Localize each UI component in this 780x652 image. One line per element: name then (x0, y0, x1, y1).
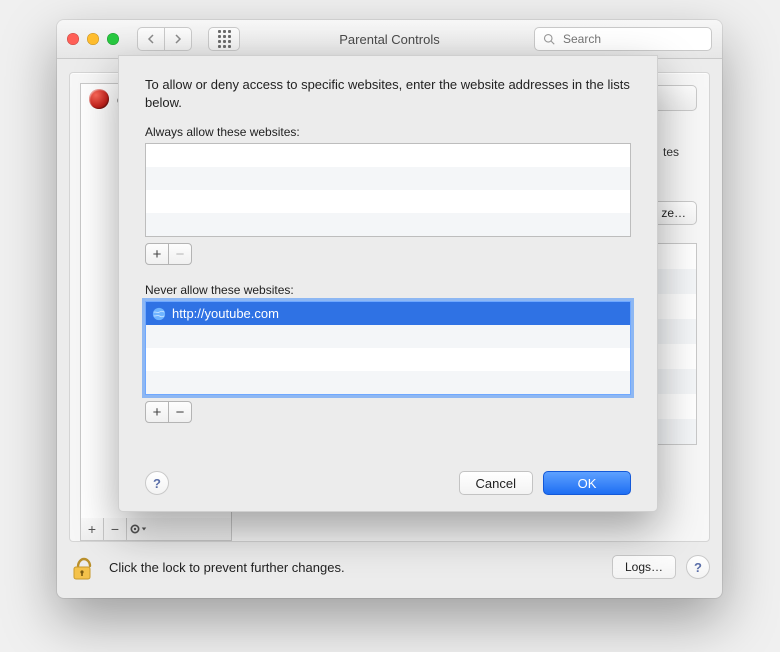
sheet-actions: ? Cancel OK (145, 471, 631, 495)
help-button[interactable]: ? (686, 555, 710, 579)
search-icon (543, 33, 555, 45)
deny-list-controls: + − (145, 401, 192, 423)
website-access-sheet: To allow or deny access to specific webs… (118, 55, 658, 512)
logs-button[interactable]: Logs… (612, 555, 676, 579)
list-item[interactable] (146, 190, 630, 213)
allow-add-button[interactable]: + (146, 244, 168, 264)
list-item[interactable]: http://youtube.com (146, 302, 630, 325)
zoom-window-icon[interactable] (107, 33, 119, 45)
gear-dropdown-icon (129, 522, 147, 536)
unlocked-lock-icon (69, 552, 99, 582)
forward-button[interactable] (164, 27, 192, 51)
cancel-button[interactable]: Cancel (459, 471, 533, 495)
list-item[interactable] (146, 167, 630, 190)
deny-remove-button[interactable]: − (168, 402, 191, 422)
deny-list[interactable]: http://youtube.com (145, 301, 631, 395)
allow-remove-button[interactable]: − (168, 244, 191, 264)
list-item[interactable] (146, 144, 630, 167)
remove-user-button[interactable]: − (104, 518, 127, 540)
user-actions-menu[interactable] (127, 518, 149, 540)
list-item[interactable] (146, 371, 630, 394)
list-item[interactable] (146, 348, 630, 371)
lock-hint-text: Click the lock to prevent further change… (109, 560, 345, 575)
add-user-button[interactable]: + (81, 518, 104, 540)
titlebar: Parental Controls (57, 20, 722, 59)
deny-item-url: http://youtube.com (172, 306, 279, 321)
deny-list-label: Never allow these websites: (145, 283, 631, 297)
globe-icon (152, 307, 166, 321)
window-controls (67, 33, 119, 45)
list-item[interactable] (146, 213, 630, 236)
close-window-icon[interactable] (67, 33, 79, 45)
show-all-button[interactable] (208, 27, 240, 51)
question-icon: ? (153, 476, 161, 491)
bottom-bar: Click the lock to prevent further change… (69, 546, 710, 588)
list-item[interactable] (146, 325, 630, 348)
sheet-description: To allow or deny access to specific webs… (145, 76, 631, 111)
ok-button[interactable]: OK (543, 471, 631, 495)
lock-button[interactable] (69, 552, 99, 582)
allow-list[interactable] (145, 143, 631, 237)
sheet-help-button[interactable]: ? (145, 471, 169, 495)
grid-icon (218, 30, 231, 48)
back-forward-group (137, 27, 192, 51)
allow-list-controls: + − (145, 243, 192, 265)
back-button[interactable] (137, 27, 164, 51)
search-input[interactable] (561, 31, 720, 47)
allow-list-label: Always allow these websites: (145, 125, 631, 139)
user-list-footer: + − (80, 518, 232, 541)
avatar-icon (89, 89, 109, 109)
question-icon: ? (694, 560, 702, 575)
minimize-window-icon[interactable] (87, 33, 99, 45)
right-label-truncated: tes (663, 145, 679, 159)
search-field[interactable] (534, 27, 712, 51)
deny-add-button[interactable]: + (146, 402, 168, 422)
